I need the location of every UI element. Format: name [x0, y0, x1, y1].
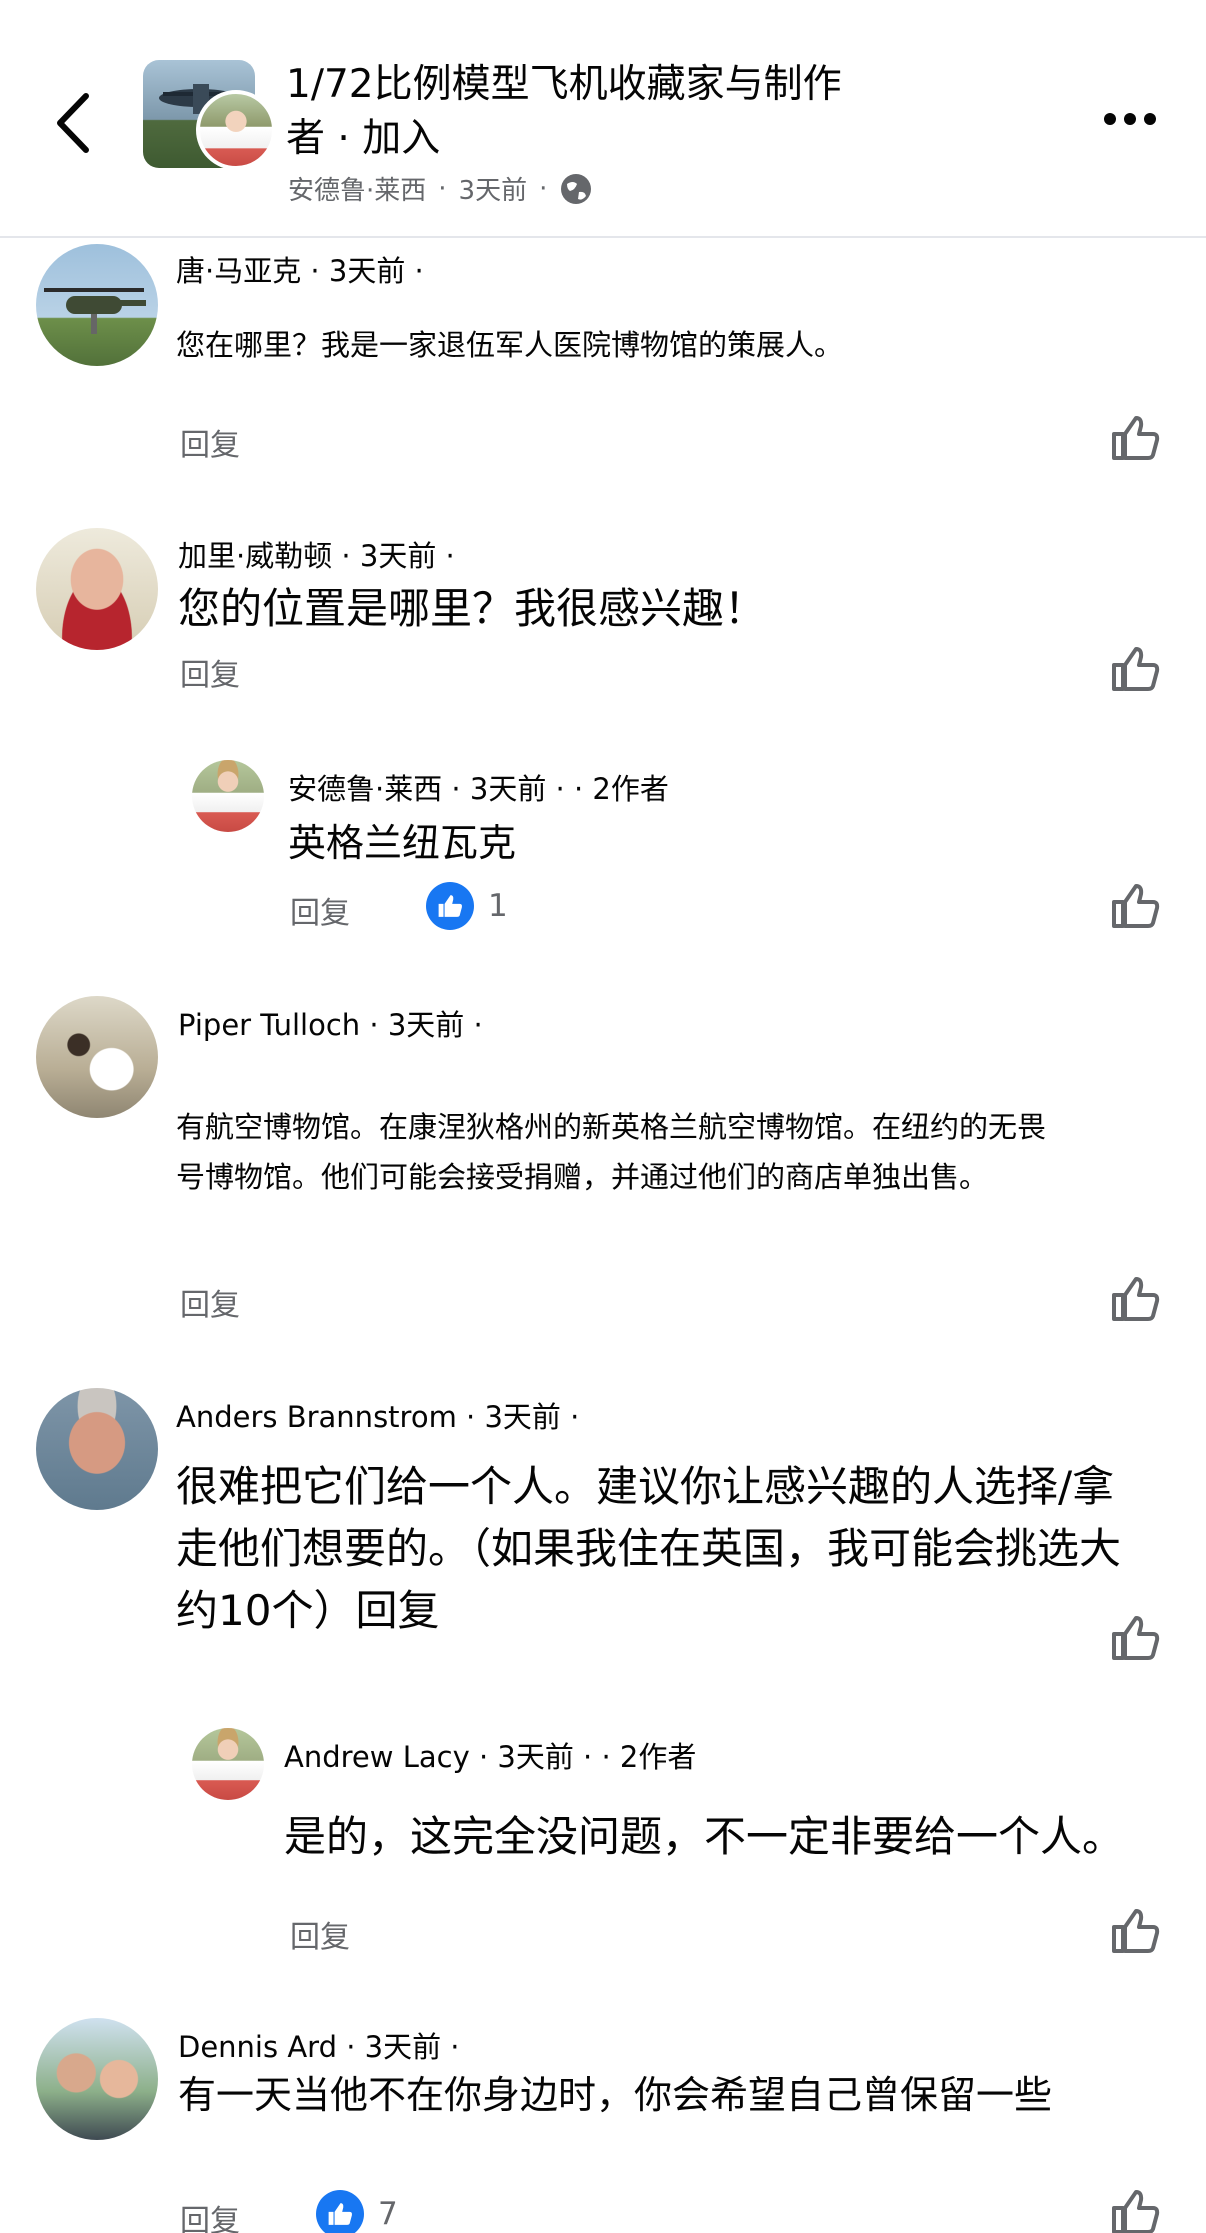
back-arrow-icon [57, 93, 89, 153]
comment-time: · 3天前 · [456, 1400, 580, 1434]
meta-separator: · [438, 173, 447, 204]
reaction-count: 7 [378, 2196, 398, 2232]
comment-time: · 3天前 · [332, 539, 455, 573]
join-button[interactable]: 加入 [362, 116, 440, 161]
avatar[interactable] [36, 996, 158, 1118]
post-time[interactable]: 3天前 [459, 170, 528, 207]
helicopter-image-icon [44, 288, 146, 334]
comment-meta: Andrew Lacy · 3天前 · · 2作者 [284, 1734, 696, 1776]
reaction-summary[interactable]: 7 [316, 2190, 398, 2233]
comment-author[interactable]: Andrew Lacy [284, 1740, 470, 1774]
comment-text-line: 约10个）回复 [176, 1586, 440, 1635]
like-icon[interactable] [1110, 1614, 1160, 1662]
avatar[interactable] [36, 2018, 158, 2140]
reply-button[interactable]: 回复 [180, 1280, 240, 1324]
comment-text: 您的位置是哪里？我很感兴趣！ [178, 584, 767, 633]
group-header: 1/72比例模型飞机收藏家与制作者 · 加入 安德鲁·莱西 · 3天前 · [0, 0, 1206, 238]
more-icon-dot [1144, 113, 1156, 125]
comment-text: 有一天当他不在你身边时，你会希望自己曾保留一些 [178, 2073, 1053, 2117]
avatar[interactable] [192, 1728, 264, 1800]
comment-author[interactable]: Piper Tulloch [178, 1008, 360, 1042]
comment-text-line: 号博物馆。他们可能会接受捐赠，并通过他们的商店单独出售。 [176, 1160, 989, 1194]
thumbs-up-reaction-icon [426, 882, 474, 930]
comment-text-line: 走他们想要的。（如果我住在英国，我可能会挑选大 [176, 1524, 1122, 1573]
post-meta: 安德鲁·莱西 · 3天前 · [288, 170, 593, 207]
comment-meta: 唐·马亚克 · 3天前 · [176, 248, 424, 290]
reply-button[interactable]: 回复 [290, 1912, 350, 1956]
comment-meta: Piper Tulloch · 3天前 · [178, 1002, 483, 1044]
comment-author[interactable]: Dennis Ard [178, 2030, 337, 2064]
like-icon[interactable] [1110, 882, 1160, 930]
comment-time: · 3天前 · [301, 254, 424, 288]
comment-time: · 3天前 · · 2作者 [469, 1740, 697, 1774]
admin-avatar[interactable] [196, 90, 276, 170]
comment-time: · 3天前 · [336, 2030, 460, 2064]
like-icon[interactable] [1110, 2188, 1160, 2233]
like-icon[interactable] [1110, 414, 1160, 462]
comment-text-line: 很难把它们给一个人。建议你让感兴趣的人选择/拿 [176, 1462, 1115, 1511]
comment-meta: Anders Brannstrom · 3天前 · [176, 1394, 579, 1436]
comment-text-line: 有航空博物馆。在康涅狄格州的新英格兰航空博物馆。在纽约的无畏 [176, 1110, 1047, 1144]
reaction-summary[interactable]: 1 [426, 882, 508, 930]
comment-author[interactable]: 加里·威勒顿 [178, 539, 332, 573]
comment-text: 是的，这完全没问题，不一定非要给一个人。 [284, 1812, 1125, 1861]
comment-author[interactable]: 安德鲁·莱西 [288, 772, 442, 806]
reply-button[interactable]: 回复 [180, 420, 240, 464]
comment-time: · 3天前 · · 2作者 [442, 772, 669, 806]
like-icon[interactable] [1110, 645, 1160, 693]
like-icon[interactable] [1110, 1907, 1160, 1955]
avatar[interactable] [36, 244, 158, 366]
reaction-count: 1 [488, 888, 508, 924]
comment-author[interactable]: Anders Brannstrom [176, 1400, 457, 1434]
more-icon-dot [1104, 113, 1116, 125]
back-button[interactable] [50, 88, 100, 158]
comment-meta: 安德鲁·莱西 · 3天前 · · 2作者 [288, 766, 669, 808]
post-author[interactable]: 安德鲁·莱西 [288, 170, 426, 207]
meta-separator: · [539, 173, 548, 204]
comment-meta: 加里·威勒顿 · 3天前 · [178, 533, 455, 575]
comment-text: 英格兰纽瓦克 [288, 821, 517, 865]
like-icon[interactable] [1110, 1275, 1160, 1323]
group-title[interactable]: 1/72比例模型飞机收藏家与制作者 · 加入 [286, 58, 846, 166]
comment-text: 您在哪里？我是一家退伍军人医院博物馆的策展人。 [176, 328, 844, 362]
avatar[interactable] [36, 1388, 158, 1510]
comment-text: 很难把它们给一个人。建议你让感兴趣的人选择/拿 走他们想要的。（如果我住在英国，… [176, 1456, 1176, 1642]
comment-time: · 3天前 · [360, 1008, 483, 1042]
comment-author[interactable]: 唐·马亚克 [176, 254, 301, 288]
reply-button[interactable]: 回复 [180, 2196, 240, 2233]
comment-meta: Dennis Ard · 3天前 · [178, 2024, 460, 2066]
comment-text: 有航空博物馆。在康涅狄格州的新英格兰航空博物馆。在纽约的无畏 号博物馆。他们可能… [176, 1102, 1046, 1202]
avatar[interactable] [192, 760, 264, 832]
thumbs-up-reaction-icon [316, 2190, 364, 2233]
reply-button[interactable]: 回复 [180, 650, 240, 694]
globe-icon [561, 173, 592, 204]
avatar[interactable] [36, 528, 158, 650]
join-separator: · [337, 116, 350, 161]
more-options-button[interactable] [1104, 104, 1164, 134]
more-icon-dot [1124, 113, 1136, 125]
reply-button[interactable]: 回复 [290, 888, 350, 932]
